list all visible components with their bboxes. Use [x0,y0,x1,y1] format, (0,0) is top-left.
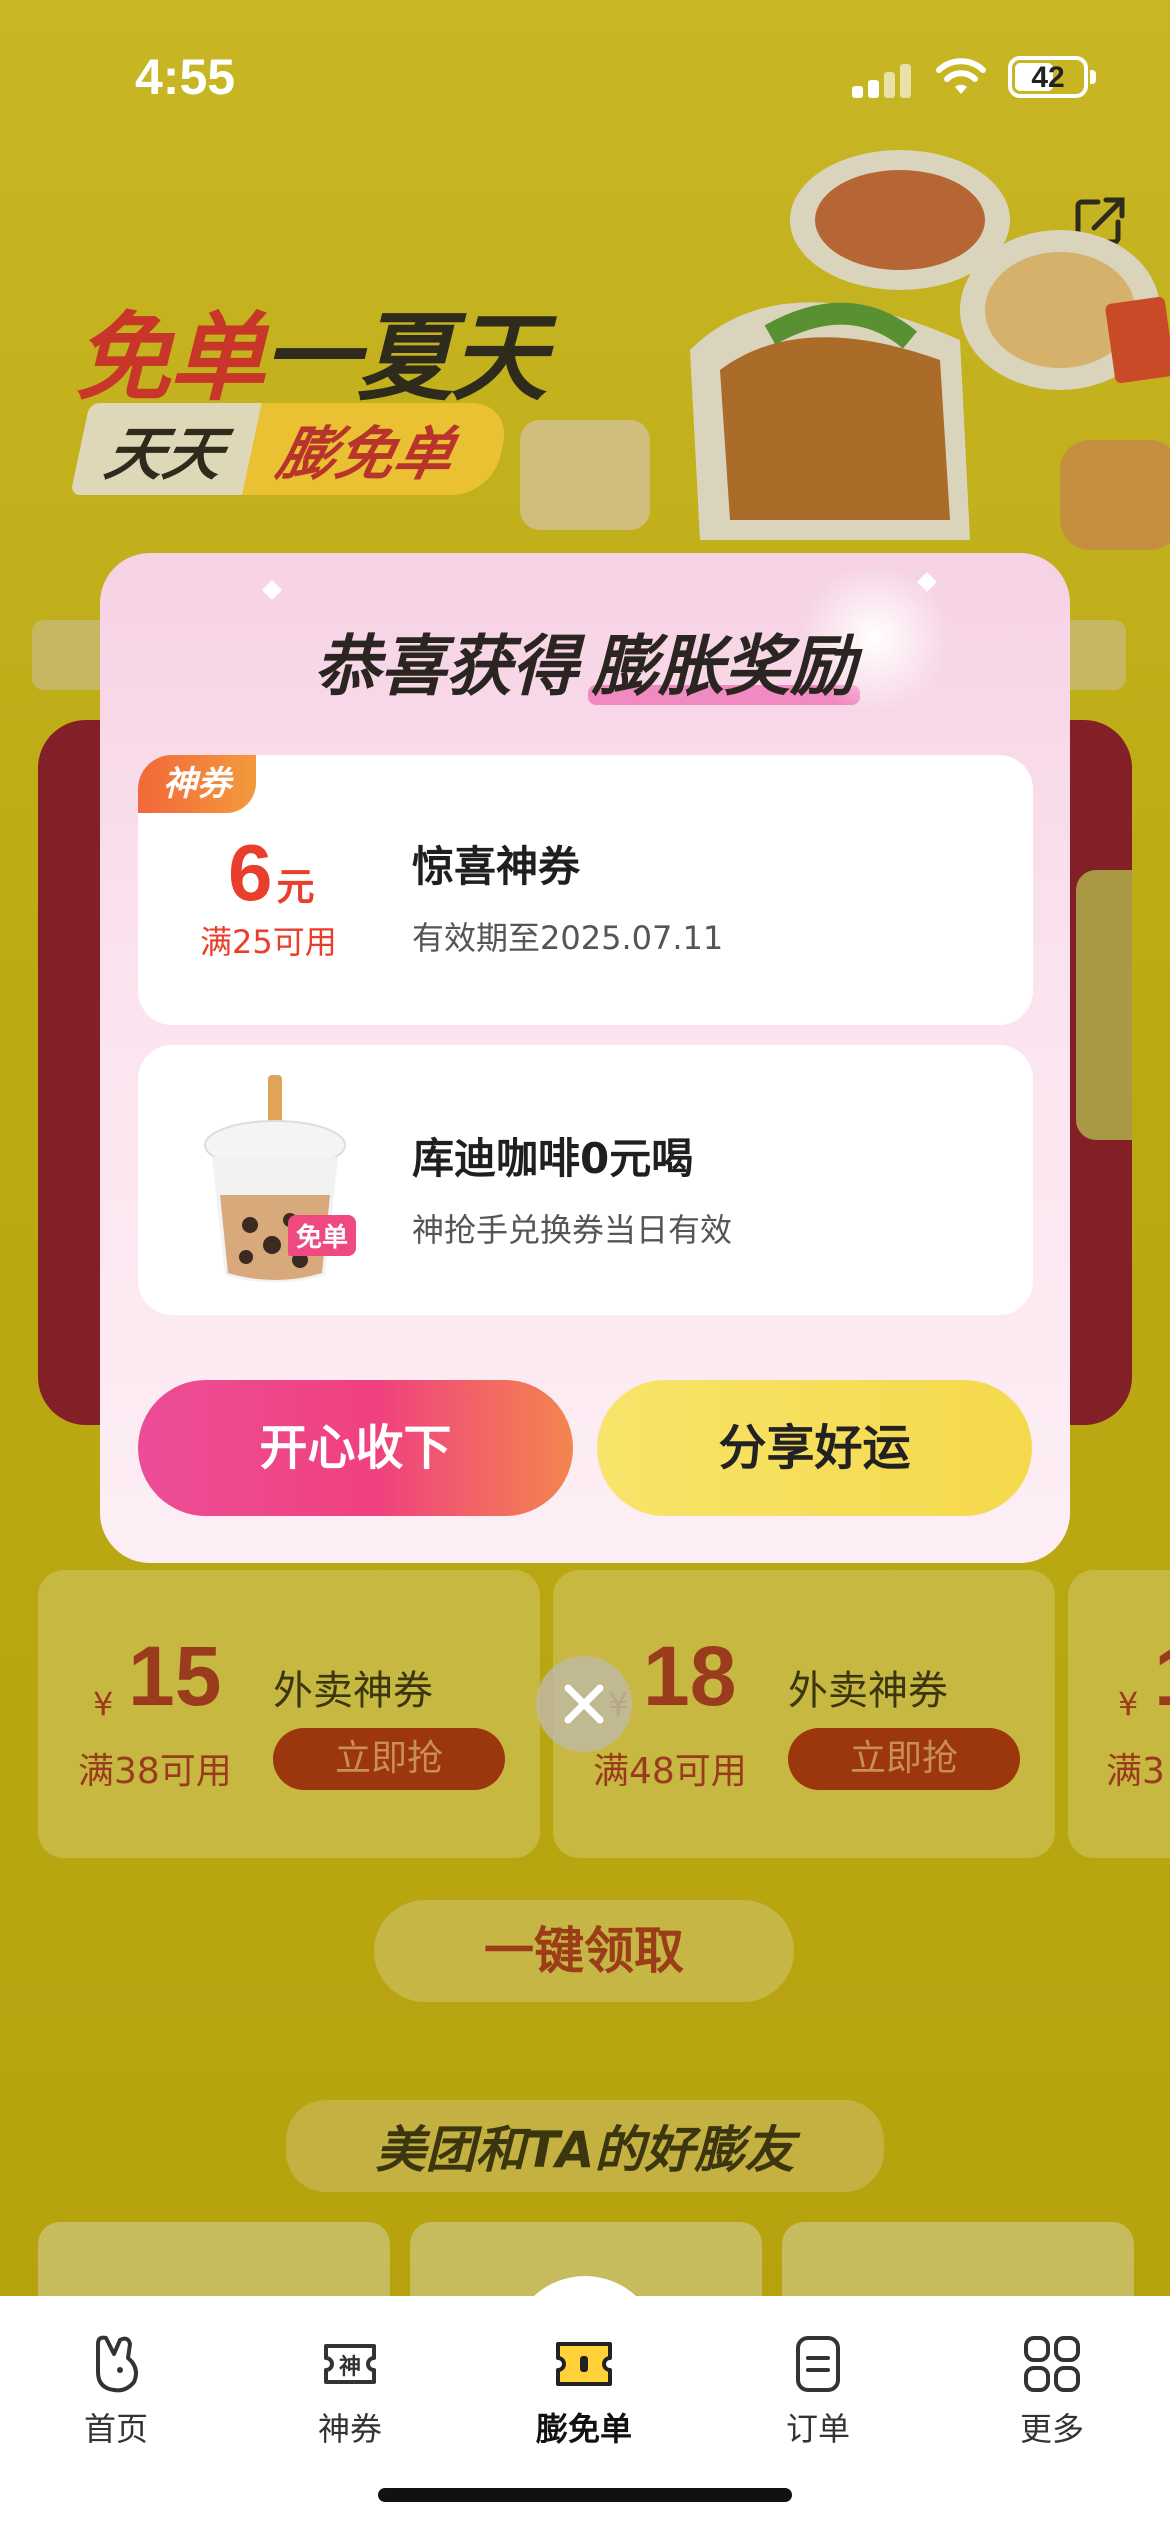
tab-label: 订单 [785,2410,850,2448]
tab-coupons[interactable]: 神 神券 [280,2332,420,2450]
tab-more[interactable]: 更多 [982,2332,1122,2450]
tab-label: 神券 [317,2410,382,2448]
dialog-title-highlight: 膨胀奖励 [588,613,860,709]
coupon-tag: 神券 [138,755,256,813]
status-bar: 4:55 42 [0,0,1170,150]
dialog-title-plain: 恭喜获得 [314,628,578,705]
tab-label: 首页 [83,2410,148,2448]
coffee-cup-image [204,1075,346,1283]
home-icon [96,2335,138,2393]
battery-icon: 42 [1008,56,1096,98]
status-time: 4:55 [135,49,236,105]
more-icon [1024,2336,1080,2392]
free-badge: 免单 [288,1215,357,1256]
reward-condition: 满25可用 [200,923,337,961]
home-indicator[interactable] [378,2488,792,2502]
dialog-title: 恭喜获得 膨胀奖励 [100,613,1070,709]
cellular-signal-icon [852,62,914,98]
reward-coffee-card: 免单 库迪咖啡0元喝 神抢手兑换券当日有效 [138,1045,1033,1315]
free-order-page: 4:55 42 免单一夏天 天天 膨免单 ¥ 15 满38可用 外卖神券 立即抢… [0,0,1170,2532]
tab-free-order[interactable]: 膨免单 [514,2332,654,2450]
tab-orders[interactable]: 订单 [748,2332,888,2450]
reward-coupon-card: 神券 6 元 满25可用 惊喜神券 有效期至2025.07.11 [138,755,1033,1025]
reward-dialog: 恭喜获得 膨胀奖励 神券 6 元 满25可用 惊喜神券 有效期至2025.07.1… [100,553,1070,1563]
accept-button[interactable]: 开心收下 [138,1380,573,1516]
reward-validity: 神抢手兑换券当日有效 [412,1211,733,1249]
close-icon[interactable] [536,1656,632,1752]
reward-amount-unit: 元 [276,865,315,909]
reward-amount-value: 6 [228,828,273,917]
tab-home[interactable]: 首页 [46,2332,186,2450]
orders-icon [796,2336,840,2392]
reward-title: 库迪咖啡0元喝 [412,1134,694,1183]
share-luck-button[interactable]: 分享好运 [597,1380,1032,1516]
svg-text:神: 神 [339,2354,361,2380]
reward-title: 惊喜神券 [412,842,581,891]
tab-label: 更多 [1019,2410,1084,2448]
coupon-icon: 神 [324,2344,376,2384]
battery-level: 42 [1031,61,1065,94]
reward-validity: 有效期至2025.07.11 [412,919,724,957]
reward-amount: 6 元 [228,827,315,919]
free-order-icon [556,2342,612,2386]
tab-label: 膨免单 [535,2410,632,2448]
wifi-icon [936,58,986,94]
